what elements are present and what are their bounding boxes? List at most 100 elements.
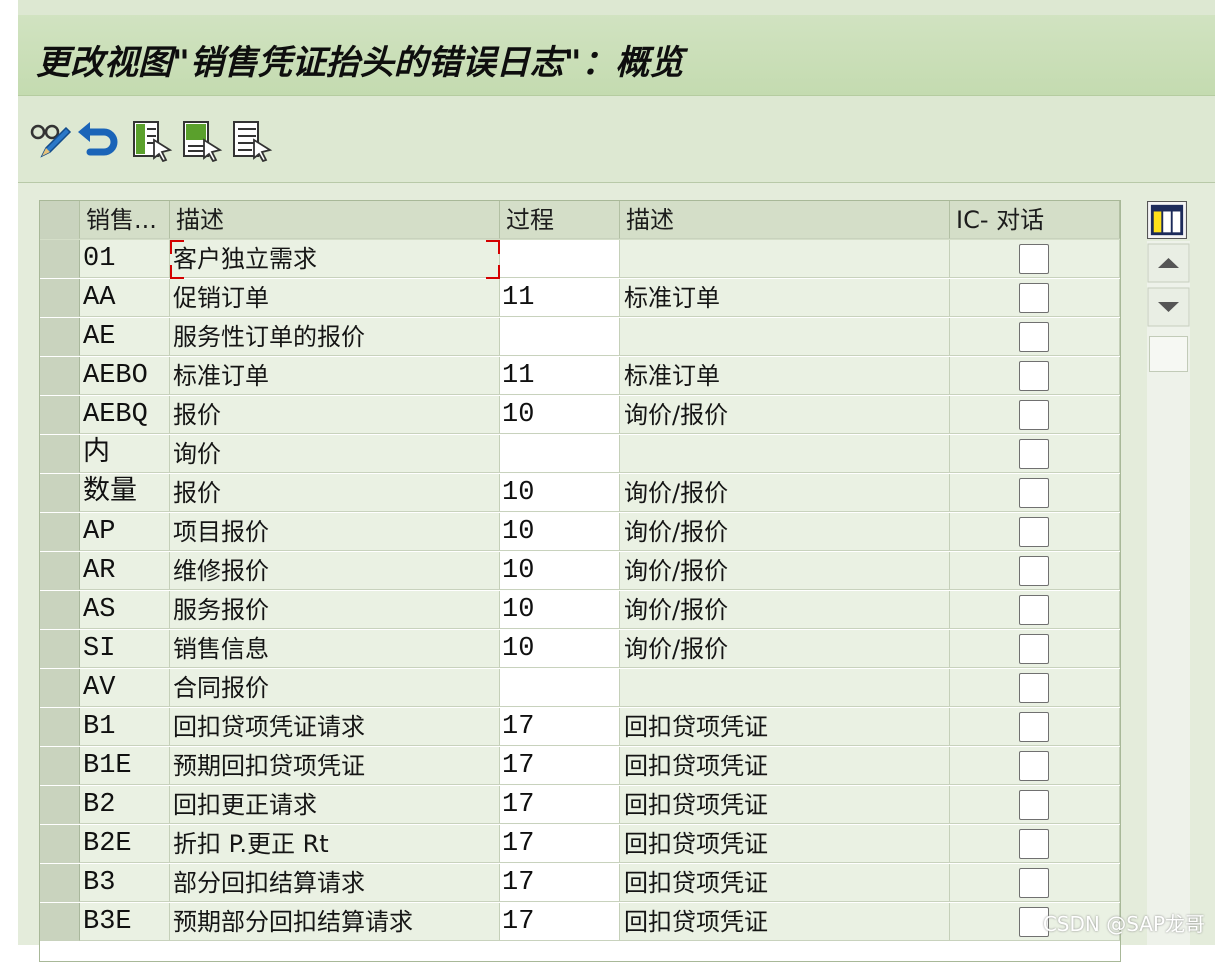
ic-dialog-checkbox[interactable] [1019, 829, 1049, 859]
cell-sales-doc-type[interactable]: AS [80, 591, 170, 629]
ic-dialog-checkbox[interactable] [1019, 517, 1049, 547]
cell-description[interactable]: 预期回扣贷项凭证 [170, 747, 500, 785]
cell-description[interactable]: 客户独立需求 [170, 240, 500, 278]
cell-sales-doc-type[interactable]: AV [80, 669, 170, 707]
cell-procedure-input[interactable]: 10 [500, 552, 620, 590]
row-selector[interactable] [40, 669, 80, 707]
row-selector[interactable] [40, 240, 80, 278]
ic-dialog-checkbox[interactable] [1019, 244, 1049, 274]
cell-description[interactable]: 项目报价 [170, 513, 500, 551]
row-selector[interactable] [40, 357, 80, 395]
cell-description[interactable]: 回扣贷项凭证请求 [170, 708, 500, 746]
cell-procedure-input[interactable] [500, 435, 620, 473]
ic-dialog-checkbox[interactable] [1019, 478, 1049, 508]
cell-description[interactable]: 促销订单 [170, 279, 500, 317]
ic-dialog-checkbox[interactable] [1019, 673, 1049, 703]
display-change-icon[interactable] [28, 118, 72, 162]
scroll-down-icon[interactable] [1147, 287, 1190, 327]
cell-sales-doc-type[interactable]: AE [80, 318, 170, 356]
cell-procedure-input[interactable]: 17 [500, 864, 620, 902]
cell-sales-doc-type[interactable]: AP [80, 513, 170, 551]
row-selector[interactable] [40, 630, 80, 668]
cell-sales-doc-type[interactable]: AR [80, 552, 170, 590]
row-selector[interactable] [40, 552, 80, 590]
cell-description[interactable]: 回扣更正请求 [170, 786, 500, 824]
cell-sales-doc-type[interactable]: SI [80, 630, 170, 668]
cell-procedure-input[interactable]: 10 [500, 513, 620, 551]
ic-dialog-checkbox[interactable] [1019, 283, 1049, 313]
cell-procedure-input[interactable] [500, 240, 620, 278]
vertical-scrollbar[interactable] [1147, 241, 1190, 945]
cell-procedure-input[interactable]: 10 [500, 396, 620, 434]
select-all-rows-button[interactable] [40, 201, 80, 239]
cell-sales-doc-type[interactable]: 01 [80, 240, 170, 278]
cell-description[interactable]: 报价 [170, 396, 500, 434]
cell-sales-doc-type[interactable]: AEBQ [80, 396, 170, 434]
undo-icon[interactable] [76, 118, 120, 162]
cell-description[interactable]: 服务报价 [170, 591, 500, 629]
ic-dialog-checkbox[interactable] [1019, 595, 1049, 625]
cell-description[interactable]: 销售信息 [170, 630, 500, 668]
cell-sales-doc-type[interactable]: 数量 [80, 474, 170, 512]
cell-procedure-input[interactable]: 10 [500, 474, 620, 512]
ic-dialog-checkbox[interactable] [1019, 790, 1049, 820]
ic-dialog-checkbox[interactable] [1019, 712, 1049, 742]
cell-procedure-input[interactable]: 11 [500, 279, 620, 317]
cell-procedure-input[interactable]: 17 [500, 786, 620, 824]
ic-dialog-checkbox[interactable] [1019, 751, 1049, 781]
ic-dialog-checkbox[interactable] [1019, 634, 1049, 664]
ic-dialog-checkbox[interactable] [1019, 361, 1049, 391]
cell-description[interactable]: 部分回扣结算请求 [170, 864, 500, 902]
select-all-icon[interactable] [130, 118, 174, 162]
cell-description[interactable]: 报价 [170, 474, 500, 512]
column-header-description[interactable]: 描述 [170, 201, 500, 239]
row-selector[interactable] [40, 864, 80, 902]
column-header-sales-doc-type[interactable]: 销售... [80, 201, 170, 239]
row-selector[interactable] [40, 708, 80, 746]
cell-sales-doc-type[interactable]: 内 [80, 435, 170, 473]
cell-sales-doc-type[interactable]: B2E [80, 825, 170, 863]
column-header-procedure-description[interactable]: 描述 [620, 201, 950, 239]
cell-sales-doc-type[interactable]: AA [80, 279, 170, 317]
row-selector[interactable] [40, 903, 80, 941]
cell-sales-doc-type[interactable]: B3 [80, 864, 170, 902]
cell-sales-doc-type[interactable]: B1E [80, 747, 170, 785]
row-selector[interactable] [40, 513, 80, 551]
cell-procedure-input[interactable]: 11 [500, 357, 620, 395]
cell-description[interactable]: 询价 [170, 435, 500, 473]
select-block-icon[interactable] [180, 118, 224, 162]
cell-sales-doc-type[interactable]: B2 [80, 786, 170, 824]
row-selector[interactable] [40, 747, 80, 785]
cell-sales-doc-type[interactable]: AEBO [80, 357, 170, 395]
cell-sales-doc-type[interactable]: B1 [80, 708, 170, 746]
deselect-all-icon[interactable] [230, 118, 274, 162]
row-selector[interactable] [40, 318, 80, 356]
cell-description[interactable]: 合同报价 [170, 669, 500, 707]
cell-procedure-input[interactable]: 17 [500, 708, 620, 746]
cell-description[interactable]: 预期部分回扣结算请求 [170, 903, 500, 941]
row-selector[interactable] [40, 474, 80, 512]
row-selector[interactable] [40, 786, 80, 824]
row-selector[interactable] [40, 279, 80, 317]
cell-procedure-input[interactable]: 17 [500, 825, 620, 863]
column-header-procedure[interactable]: 过程 [500, 201, 620, 239]
cell-description[interactable]: 服务性订单的报价 [170, 318, 500, 356]
ic-dialog-checkbox[interactable] [1019, 868, 1049, 898]
cell-procedure-input[interactable] [500, 318, 620, 356]
ic-dialog-checkbox[interactable] [1019, 556, 1049, 586]
cell-description[interactable]: 标准订单 [170, 357, 500, 395]
ic-dialog-checkbox[interactable] [1019, 439, 1049, 469]
ic-dialog-checkbox[interactable] [1019, 400, 1049, 430]
column-header-ic-dialog[interactable]: IC- 对话 [950, 201, 1120, 239]
cell-procedure-input[interactable]: 10 [500, 591, 620, 629]
cell-procedure-input[interactable] [500, 669, 620, 707]
cell-procedure-input[interactable]: 17 [500, 903, 620, 941]
column-config-icon[interactable] [1147, 201, 1187, 239]
cell-procedure-input[interactable]: 17 [500, 747, 620, 785]
ic-dialog-checkbox[interactable] [1019, 322, 1049, 352]
row-selector[interactable] [40, 396, 80, 434]
scroll-thumb[interactable] [1149, 336, 1188, 372]
row-selector[interactable] [40, 825, 80, 863]
row-selector[interactable] [40, 435, 80, 473]
row-selector[interactable] [40, 591, 80, 629]
